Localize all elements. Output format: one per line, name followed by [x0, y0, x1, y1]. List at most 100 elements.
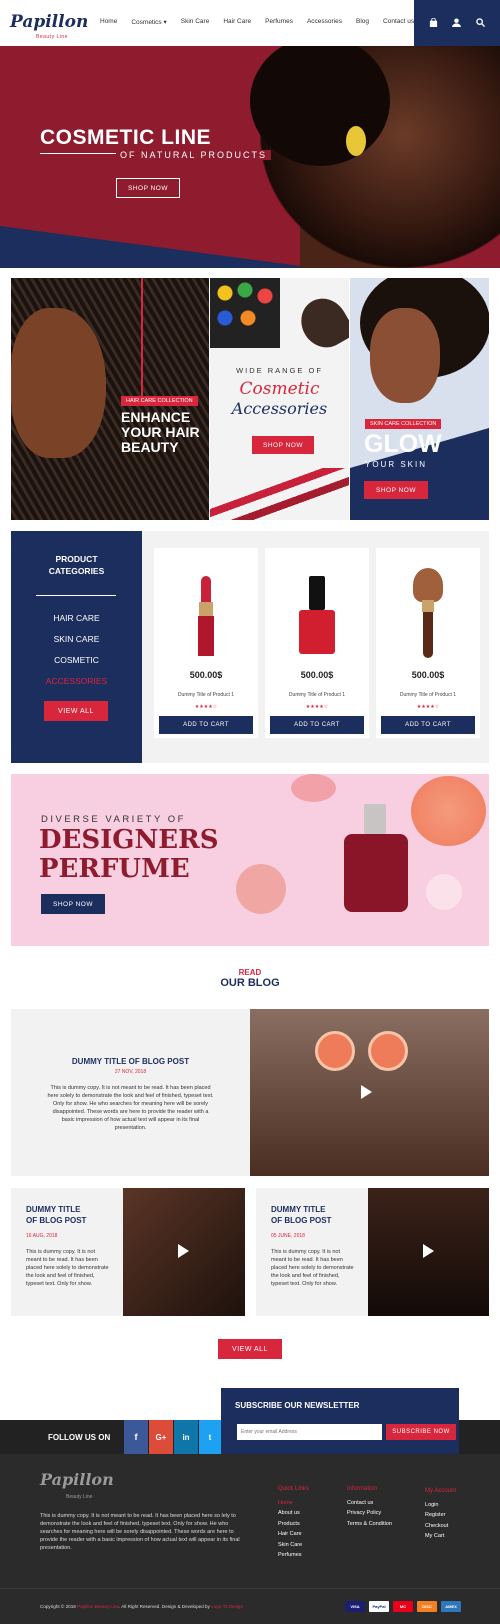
information-heading: Information: [347, 1486, 378, 1492]
category-accessories[interactable]: ACCESSORIES: [11, 676, 142, 686]
social-google-plus[interactable]: G+: [149, 1420, 173, 1454]
product-rating: ★★★★☆: [416, 704, 440, 710]
product-title[interactable]: Dummy Title of Product 1: [154, 692, 258, 698]
perfume-bottle-image: [344, 804, 408, 914]
footer-link-login[interactable]: Login: [425, 1500, 456, 1511]
product-rating: ★★★★☆: [194, 704, 218, 710]
paypal-icon: PayPal: [369, 1601, 389, 1612]
nav-cosmetics[interactable]: Cosmetics ▾: [131, 18, 166, 26]
blog-main-title[interactable]: DUMMY TITLE OF BLOG POST: [11, 1057, 250, 1066]
nav-contact[interactable]: Contact us: [383, 18, 414, 26]
hero-navy-shape: [0, 226, 300, 266]
rose-image: [291, 774, 336, 802]
blog-post-card[interactable]: DUMMY TITLE OF BLOG POST 16 AUG, 2018 Th…: [11, 1188, 123, 1316]
social-twitter[interactable]: t: [199, 1420, 221, 1454]
nav-accessories[interactable]: Accessories: [307, 18, 342, 26]
add-to-cart-button[interactable]: ADD TO CART: [159, 716, 253, 734]
follow-label: FOLLOW US ON: [48, 1433, 111, 1442]
nav-skin-care[interactable]: Skin Care: [181, 18, 210, 26]
subscribe-button[interactable]: SUBSCRIBE NOW: [386, 1424, 456, 1440]
accessories-shop-now-button[interactable]: SHOP NOW: [252, 436, 314, 454]
blog-kicker: READ: [238, 968, 262, 977]
user-icon[interactable]: [452, 17, 462, 29]
amex-icon: AMEX: [441, 1601, 461, 1612]
footer-link-privacy[interactable]: Privacy Policy: [347, 1508, 392, 1519]
footer-link-perfumes[interactable]: Perfumes: [278, 1550, 309, 1561]
product-price: 500.00$: [300, 670, 334, 680]
category-skin-care[interactable]: SKIN CARE: [11, 634, 142, 644]
promo-accessories[interactable]: WIDE RANGE OF Cosmetic Accessories SHOP …: [210, 278, 349, 520]
footer-link-terms[interactable]: Terms & Condition: [347, 1519, 392, 1530]
nav-hair-care[interactable]: Hair Care: [223, 18, 251, 26]
copyright-dev-link[interactable]: Logo To Design: [211, 1604, 243, 1609]
footer-link-hair-care[interactable]: Hair Care: [278, 1529, 309, 1540]
grapefruit-image: [368, 1031, 408, 1071]
footer-about: This is dummy copy. It is not meant to b…: [40, 1513, 240, 1551]
copyright-mid: . All Right Reserved. Design & Developed…: [119, 1604, 210, 1609]
blog-view-all-button[interactable]: VIEW ALL: [218, 1339, 282, 1359]
product-card[interactable]: 500.00$ Dummy Title of Product 1 ★★★★☆ A…: [376, 548, 480, 738]
blog-post-title-line-2: OF BLOG POST: [26, 1216, 87, 1225]
footer-link-home[interactable]: Home: [278, 1498, 309, 1509]
product-title[interactable]: Dummy Title of Product 1: [265, 692, 369, 698]
product-card[interactable]: 500.00$ Dummy Title of Product 1 ★★★★☆ A…: [265, 548, 369, 738]
footer-link-checkout[interactable]: Checkout: [425, 1521, 456, 1532]
product-categories-panel: PRODUCT CATEGORIES HAIR CARE SKIN CARE C…: [11, 531, 142, 763]
site-header: Papillon Beauty Line Home Cosmetics ▾ Sk…: [0, 0, 500, 46]
blog-main-excerpt: This is dummy copy. It is not meant to b…: [47, 1085, 214, 1131]
categories-view-all-button[interactable]: VIEW ALL: [44, 701, 108, 721]
skin-care-title: GLOW: [364, 430, 442, 458]
footer-link-contact[interactable]: Contact us: [347, 1498, 392, 1509]
main-nav: Home Cosmetics ▾ Skin Care Hair Care Per…: [100, 18, 428, 26]
footer-link-skin-care[interactable]: Skin Care: [278, 1540, 309, 1551]
footer-link-about[interactable]: About us: [278, 1508, 309, 1519]
skin-shop-now-button[interactable]: SHOP NOW: [364, 481, 428, 499]
blog-post-title[interactable]: DUMMY TITLE OF BLOG POST: [271, 1204, 331, 1226]
bag-icon[interactable]: [429, 17, 438, 29]
categories-title-1: PRODUCT: [55, 554, 98, 564]
copyright-brand-link[interactable]: Papillon Beauty Line: [77, 1604, 119, 1609]
footer-link-register[interactable]: Register: [425, 1510, 456, 1521]
product-title[interactable]: Dummy Title of Product 1: [376, 692, 480, 698]
blog-post-card[interactable]: DUMMY TITLE OF BLOG POST 05 JUNE, 2018 T…: [256, 1188, 368, 1316]
blog-post-title[interactable]: DUMMY TITLE OF BLOG POST: [26, 1204, 86, 1226]
logo[interactable]: Papillon Beauty Line: [10, 6, 88, 42]
add-to-cart-button[interactable]: ADD TO CART: [381, 716, 475, 734]
perfume-pre: DIVERSE VARIETY OF: [41, 814, 186, 825]
promo-hair-care[interactable]: HAIR CARE COLLECTION ENHANCE YOUR HAIR B…: [11, 278, 209, 520]
product-card[interactable]: 500.00$ Dummy Title of Product 1 ★★★★☆ A…: [154, 548, 258, 738]
discover-icon: DISC: [417, 1601, 437, 1612]
blog-post-video[interactable]: [368, 1188, 489, 1316]
play-icon[interactable]: [423, 1244, 434, 1258]
perfume-shop-now-button[interactable]: SHOP NOW: [41, 894, 105, 914]
product-price: 500.00$: [189, 670, 223, 680]
hair-model-face: [11, 308, 106, 458]
play-icon[interactable]: [361, 1085, 372, 1099]
social-facebook[interactable]: f: [124, 1420, 148, 1454]
footer-link-products[interactable]: Products: [278, 1519, 309, 1530]
hero-shop-now-button[interactable]: SHOP NOW: [116, 178, 180, 198]
product-rating: ★★★★☆: [305, 704, 329, 710]
blog-main-post[interactable]: DUMMY TITLE OF BLOG POST 27 NOV, 2018 Th…: [11, 1009, 250, 1176]
footer-logo[interactable]: Papillon: [40, 1470, 114, 1490]
promo-skin-care[interactable]: SKIN CARE COLLECTION GLOW YOUR SKIN SHOP…: [350, 278, 489, 520]
perfume-title-1: DESIGNERS: [39, 825, 219, 855]
hair-care-tag: HAIR CARE COLLECTION: [121, 396, 198, 406]
eyeshadow-palette-image: [210, 278, 280, 348]
category-hair-care[interactable]: HAIR CARE: [11, 613, 142, 623]
nav-home[interactable]: Home: [100, 18, 117, 26]
hair-care-title: ENHANCE YOUR HAIR BEAUTY: [121, 409, 200, 455]
skin-care-subtitle: YOUR SKIN: [365, 460, 428, 469]
newsletter-email-input[interactable]: [237, 1424, 382, 1440]
blog-post-video[interactable]: [123, 1188, 245, 1316]
social-linkedin[interactable]: in: [174, 1420, 198, 1454]
nav-perfumes[interactable]: Perfumes: [265, 18, 293, 26]
play-icon[interactable]: [178, 1244, 189, 1258]
add-to-cart-button[interactable]: ADD TO CART: [270, 716, 364, 734]
blog-main-video[interactable]: [250, 1009, 489, 1176]
nav-blog[interactable]: Blog: [356, 18, 369, 26]
product-price: 500.00$: [411, 670, 445, 680]
footer-link-cart[interactable]: My Cart: [425, 1531, 456, 1542]
search-icon[interactable]: [476, 17, 485, 29]
category-cosmetic[interactable]: COSMETIC: [11, 655, 142, 665]
